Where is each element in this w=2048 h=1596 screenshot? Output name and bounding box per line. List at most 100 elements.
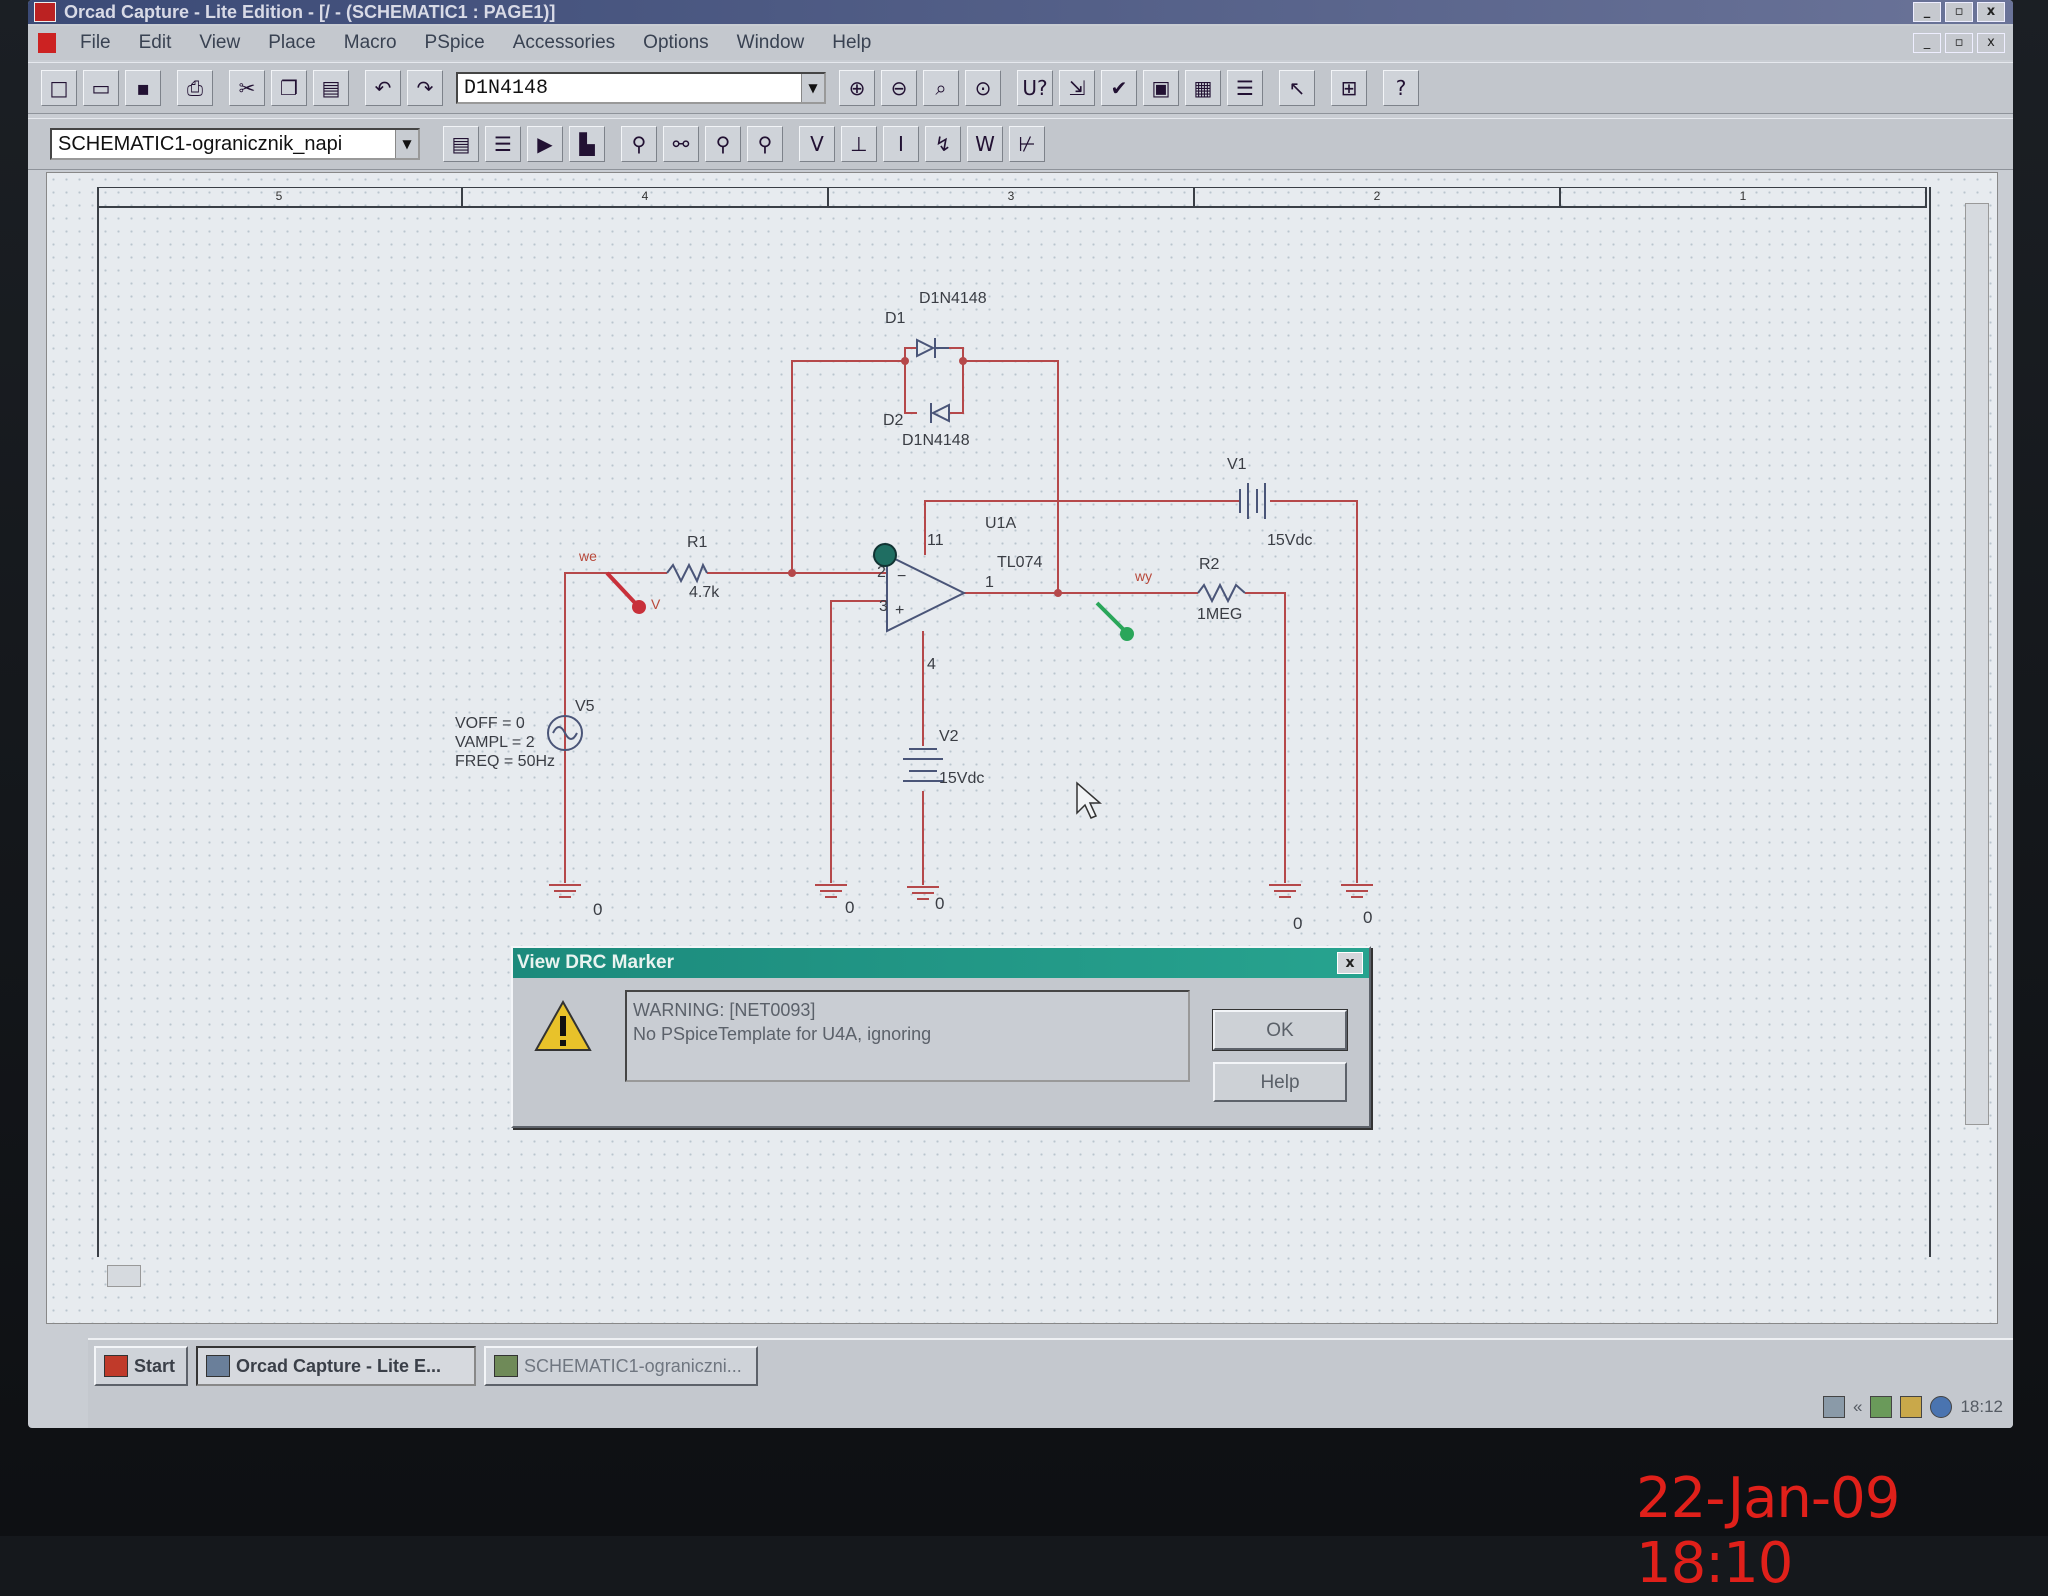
- maximize-button[interactable]: ▫: [1945, 2, 1973, 22]
- desktop-screen: Orcad Capture - Lite Edition - [/ - (SCH…: [28, 0, 2013, 1428]
- bias-current-display-icon[interactable]: ↯: [925, 126, 961, 162]
- main-toolbar: □ ▭ ▪ ⎙ ✂ ❐ ▤ ↶ ↷ D1N4148 ▼ ⊕ ⊖ ⌕ ⊙ U? ⇲…: [28, 62, 2013, 114]
- current-marker-icon[interactable]: ⚲: [705, 126, 741, 162]
- menu-help[interactable]: Help: [818, 32, 885, 54]
- u1-value-label: TL074: [997, 554, 1042, 571]
- mdi-minimize-button[interactable]: _: [1913, 33, 1941, 53]
- menu-window[interactable]: Window: [723, 32, 819, 54]
- v2-value-label: 15Vdc: [939, 770, 984, 787]
- d2-ref-label: D2: [883, 412, 904, 429]
- net-label-output[interactable]: wy: [1134, 568, 1152, 584]
- voltage-marker-icon[interactable]: ⚲: [621, 126, 657, 162]
- zoom-in-icon[interactable]: ⊕: [839, 70, 875, 106]
- zoom-out-icon[interactable]: ⊖: [881, 70, 917, 106]
- start-button[interactable]: Start: [94, 1346, 188, 1386]
- chevron-down-icon[interactable]: ▼: [395, 130, 418, 158]
- ok-button[interactable]: OK: [1212, 1009, 1348, 1051]
- cross-ref-icon[interactable]: ▦: [1185, 70, 1221, 106]
- new-profile-icon[interactable]: ▤: [443, 126, 479, 162]
- menu-options[interactable]: Options: [629, 32, 722, 54]
- cut-icon[interactable]: ✂: [229, 70, 265, 106]
- redo-icon[interactable]: ↷: [407, 70, 443, 106]
- netlist-icon[interactable]: ▣: [1143, 70, 1179, 106]
- bias-voltage-display-icon[interactable]: ⊥: [841, 126, 877, 162]
- undo-icon[interactable]: ↶: [365, 70, 401, 106]
- dc-source-v2[interactable]: V2 15Vdc: [903, 728, 984, 787]
- bias-power-display-icon[interactable]: ⊬: [1009, 126, 1045, 162]
- net-label-input[interactable]: we: [578, 548, 597, 564]
- part-name-combo[interactable]: D1N4148 ▼: [456, 72, 826, 104]
- menu-edit[interactable]: Edit: [125, 32, 186, 54]
- edit-profile-icon[interactable]: ☰: [485, 126, 521, 162]
- windows-logo-icon: [104, 1355, 128, 1377]
- diode-d1[interactable]: D1 D1N4148: [885, 290, 987, 358]
- zoom-area-icon[interactable]: ⌕: [923, 70, 959, 106]
- v5-freq-label: FREQ = 50Hz: [455, 753, 555, 770]
- paste-icon[interactable]: ▤: [313, 70, 349, 106]
- bias-voltage-icon[interactable]: V: [799, 126, 835, 162]
- open-icon[interactable]: ▭: [83, 70, 119, 106]
- start-label: Start: [134, 1355, 176, 1376]
- view-waveform-icon[interactable]: ▙: [569, 126, 605, 162]
- copy-icon[interactable]: ❐: [271, 70, 307, 106]
- hierarchy-icon[interactable]: ⊞: [1331, 70, 1367, 106]
- annotate-icon[interactable]: U?: [1017, 70, 1053, 106]
- new-icon[interactable]: □: [41, 70, 77, 106]
- ground-label: 0: [845, 898, 854, 917]
- resistor-r2[interactable]: R2 1MEG: [1197, 556, 1246, 623]
- resistor-r1[interactable]: R1 4.7k: [666, 534, 720, 601]
- dc-source-v1[interactable]: V1 15Vdc: [1227, 456, 1312, 549]
- taskbar-item-orcad[interactable]: Orcad Capture - Lite E...: [196, 1346, 476, 1386]
- menu-bar: File Edit View Place Macro PSpice Access…: [28, 26, 2013, 60]
- orcad-app-icon[interactable]: [34, 2, 56, 22]
- menu-accessories[interactable]: Accessories: [499, 32, 629, 54]
- voltage-diff-marker-icon[interactable]: ⚯: [663, 126, 699, 162]
- dialog-title-bar[interactable]: View DRC Marker x: [513, 948, 1369, 978]
- simulation-profile-combo[interactable]: SCHEMATIC1-ogranicznik_napi ▼: [50, 128, 420, 160]
- schematic-canvas[interactable]: 5 4 3 2 1 D1 D1N4148 D2 D1N4148 R1 4.7k …: [46, 172, 1998, 1324]
- menu-macro[interactable]: Macro: [330, 32, 411, 54]
- voltage-probe-output[interactable]: [1095, 601, 1134, 641]
- tray-clock[interactable]: 18:12: [1960, 1397, 2003, 1417]
- warning-detail-text: No PSpiceTemplate for U4A, ignoring: [633, 1024, 932, 1044]
- taskbar-item-schematic[interactable]: SCHEMATIC1-ograniczni...: [484, 1346, 758, 1386]
- r1-value-label: 4.7k: [689, 584, 720, 601]
- close-button[interactable]: x: [1977, 2, 2005, 22]
- close-icon[interactable]: x: [1337, 952, 1363, 974]
- v5-vampl-label: VAMPL = 2: [455, 734, 535, 751]
- document-icon[interactable]: [38, 33, 56, 53]
- ground-label: 0: [935, 894, 944, 913]
- run-icon[interactable]: ▶: [527, 126, 563, 162]
- globe-icon[interactable]: [1930, 1396, 1953, 1418]
- select-icon[interactable]: ↖: [1279, 70, 1315, 106]
- menu-pspice[interactable]: PSpice: [411, 32, 499, 54]
- print-icon[interactable]: ⎙: [177, 70, 213, 106]
- bill-of-materials-icon[interactable]: ☰: [1227, 70, 1263, 106]
- mdi-close-button[interactable]: x: [1977, 33, 2005, 53]
- minimize-button[interactable]: _: [1913, 2, 1941, 22]
- voltage-probe-input[interactable]: V: [605, 571, 661, 614]
- diode-d2[interactable]: D2 D1N4148: [883, 403, 970, 449]
- drc-icon[interactable]: ✔: [1101, 70, 1137, 106]
- save-icon[interactable]: ▪: [125, 70, 161, 106]
- zoom-all-icon[interactable]: ⊙: [965, 70, 1001, 106]
- menu-place[interactable]: Place: [254, 32, 330, 54]
- tray-expand-button[interactable]: «: [1853, 1397, 1862, 1417]
- chevron-down-icon[interactable]: ▼: [801, 74, 824, 102]
- bias-current-icon[interactable]: I: [883, 126, 919, 162]
- help-icon[interactable]: ?: [1383, 70, 1419, 106]
- sine-source-v5[interactable]: V5 VOFF = 0 VAMPL = 2 FREQ = 50Hz: [455, 698, 595, 770]
- network-icon[interactable]: [1822, 1396, 1845, 1418]
- mdi-maximize-button[interactable]: ▫: [1945, 33, 1973, 53]
- shield-icon[interactable]: [1870, 1396, 1893, 1418]
- u1-ref-label: U1A: [985, 515, 1016, 532]
- bias-power-icon[interactable]: W: [967, 126, 1003, 162]
- app-title-bar[interactable]: Orcad Capture - Lite Edition - [/ - (SCH…: [28, 0, 2013, 24]
- power-marker-icon[interactable]: ⚲: [747, 126, 783, 162]
- menu-file[interactable]: File: [66, 32, 125, 54]
- help-button[interactable]: Help: [1213, 1062, 1347, 1102]
- drc-marker-icon[interactable]: [873, 543, 897, 567]
- volume-icon[interactable]: [1900, 1396, 1923, 1418]
- menu-view[interactable]: View: [185, 32, 254, 54]
- back-annotate-icon[interactable]: ⇲: [1059, 70, 1095, 106]
